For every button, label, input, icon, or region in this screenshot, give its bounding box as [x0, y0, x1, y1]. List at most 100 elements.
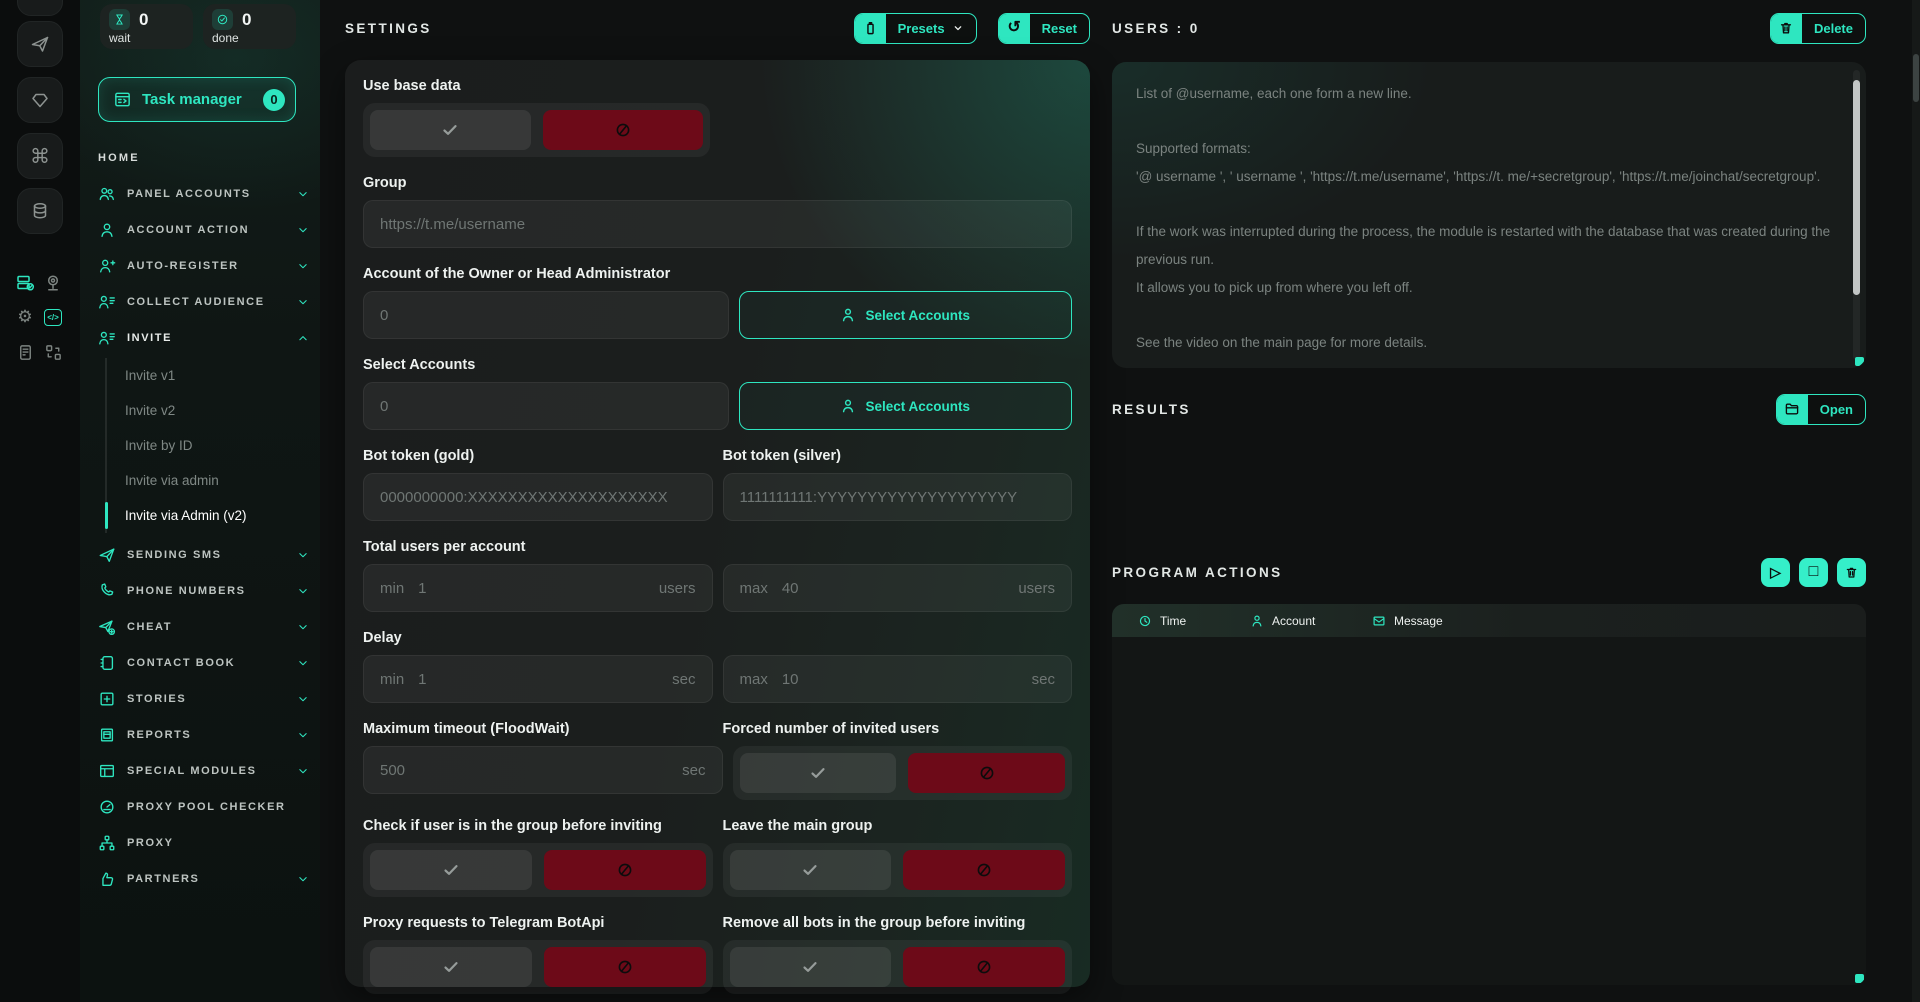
sidebar: 0 wait 0 done Task manager 0 HOME PANEL … [80, 0, 320, 1002]
select-owner-accounts-button[interactable]: Select Accounts [739, 291, 1073, 339]
sidebar-item-special-modules[interactable]: SPECIAL MODULES [98, 753, 310, 789]
sidebar-item-invite-v2[interactable]: Invite v2 [107, 393, 310, 428]
task-manager-button[interactable]: Task manager 0 [98, 77, 296, 122]
clear-log-button[interactable] [1837, 558, 1866, 587]
folder-icon [1777, 395, 1808, 424]
sidebar-item-invite-via-admin-v2[interactable]: Invite via Admin (v2) [107, 498, 310, 533]
sidebar-item-reports[interactable]: REPORTS [98, 717, 310, 753]
scrollbar-thumb[interactable] [1913, 54, 1919, 102]
timeout-input[interactable]: 500 sec [363, 746, 723, 794]
play-button[interactable]: ▷ [1761, 558, 1790, 587]
chevron-down-icon [296, 656, 310, 670]
wait-counter: 0 wait [100, 4, 193, 49]
person-plus-icon [98, 257, 116, 275]
chevron-down-icon [296, 764, 310, 778]
server-check-icon[interactable] [14, 272, 36, 294]
delay-max-input[interactable]: max 10 sec [723, 655, 1073, 703]
remove-bots-toggle [723, 940, 1073, 994]
users-textarea[interactable] [1112, 62, 1866, 368]
command-icon[interactable]: ⌘ [17, 133, 63, 179]
swap-squares-icon[interactable] [42, 341, 64, 363]
users-scrollbar[interactable] [1853, 70, 1860, 360]
reset-icon: ↺ [999, 14, 1030, 43]
bot-silver-input[interactable] [723, 473, 1073, 521]
code-module-icon[interactable]: </> [42, 306, 64, 328]
sidebar-item-collect-audience[interactable]: COLLECT AUDIENCE [98, 284, 310, 320]
toggle-no[interactable] [544, 947, 706, 987]
audience-icon [98, 293, 116, 311]
owner-input[interactable] [363, 291, 729, 339]
sidebar-item-invite-by-id[interactable]: Invite by ID [107, 428, 310, 463]
check-in-group-toggle [363, 843, 713, 897]
invite-submenu: Invite v1 Invite v2 Invite by ID Invite … [105, 358, 310, 533]
toggle-yes[interactable] [370, 947, 532, 987]
sidebar-item-invite-via-admin[interactable]: Invite via admin [107, 463, 310, 498]
chevron-down-icon [952, 22, 964, 34]
sidebar-item-contact-book[interactable]: CONTACT BOOK [98, 645, 310, 681]
users-header: USERS : 0 Delete [1112, 10, 1866, 46]
presets-button[interactable]: Presets [854, 13, 977, 44]
results-title: RESULTS [1112, 402, 1191, 417]
leave-group-toggle [723, 843, 1073, 897]
webcam-icon[interactable] [42, 272, 64, 294]
diamond-icon[interactable] [17, 77, 63, 123]
hidden-rail-button[interactable] [17, 0, 63, 16]
check-circle-icon [212, 9, 233, 30]
chevron-down-icon [296, 728, 310, 742]
toggle-no[interactable] [903, 947, 1065, 987]
resize-handle[interactable] [1855, 974, 1864, 983]
delay-min-input[interactable]: min 1 sec [363, 655, 713, 703]
users-textarea-wrap [1112, 62, 1866, 368]
proxy-botapi-toggle [363, 940, 713, 994]
select-accounts-input[interactable] [363, 382, 729, 430]
toggle-yes[interactable] [730, 850, 892, 890]
bot-gold-input[interactable] [363, 473, 713, 521]
total-users-min-input[interactable]: min 1 users [363, 564, 713, 612]
thumbs-up-icon [98, 870, 116, 888]
sidebar-item-account-action[interactable]: ACCOUNT ACTION [98, 212, 310, 248]
chevron-down-icon [296, 223, 310, 237]
toggle-yes[interactable] [730, 947, 892, 987]
chevron-up-icon [296, 331, 310, 345]
trash-icon [1771, 14, 1802, 43]
sidebar-item-sending-sms[interactable]: SENDING SMS [98, 537, 310, 573]
open-results-button[interactable]: Open [1776, 394, 1866, 425]
sidebar-section-home[interactable]: HOME [98, 140, 310, 176]
stop-button[interactable]: □ [1799, 558, 1828, 587]
sidebar-item-proxy-pool-checker[interactable]: PROXY POOL CHECKER [98, 789, 310, 825]
sidebar-item-invite[interactable]: INVITE [98, 320, 310, 356]
reset-button[interactable]: ↺ Reset [998, 13, 1090, 44]
total-users-max-input[interactable]: max 40 users [723, 564, 1073, 612]
scrollbar-thumb[interactable] [1853, 80, 1860, 295]
sidebar-item-stories[interactable]: STORIES [98, 681, 310, 717]
resize-handle[interactable] [1855, 357, 1864, 366]
document-icon[interactable] [14, 341, 36, 363]
done-count: 0 [242, 10, 251, 30]
delete-users-button[interactable]: Delete [1770, 13, 1866, 44]
gear-icon[interactable]: ⚙ [14, 306, 36, 328]
toggle-yes[interactable] [370, 850, 532, 890]
sidebar-item-auto-register[interactable]: AUTO-REGISTER [98, 248, 310, 284]
toggle-no[interactable] [908, 753, 1065, 793]
group-input[interactable] [363, 200, 1072, 248]
database-icon[interactable] [17, 188, 63, 234]
toggle-no[interactable] [543, 110, 704, 150]
sidebar-item-partners[interactable]: PARTNERS [98, 861, 310, 897]
send-icon[interactable] [17, 21, 63, 67]
toggle-yes[interactable] [740, 753, 897, 793]
page-scrollbar[interactable] [1912, 0, 1920, 1002]
sidebar-item-panel-accounts[interactable]: PANEL ACCOUNTS [98, 176, 310, 212]
sidebar-item-invite-v1[interactable]: Invite v1 [107, 358, 310, 393]
settings-header: SETTINGS Presets ↺ Reset [345, 10, 1090, 46]
toggle-yes[interactable] [370, 110, 531, 150]
report-icon [98, 726, 116, 744]
notebook-icon [98, 654, 116, 672]
toggle-no[interactable] [903, 850, 1065, 890]
select-accounts-button[interactable]: Select Accounts [739, 382, 1073, 430]
select-accounts-label: Select Accounts [363, 355, 1072, 375]
sidebar-item-cheat[interactable]: CHEAT [98, 609, 310, 645]
toggle-no[interactable] [544, 850, 706, 890]
person-icon [840, 398, 856, 414]
sidebar-item-phone-numbers[interactable]: PHONE NUMBERS [98, 573, 310, 609]
sidebar-item-proxy[interactable]: PROXY [98, 825, 310, 861]
